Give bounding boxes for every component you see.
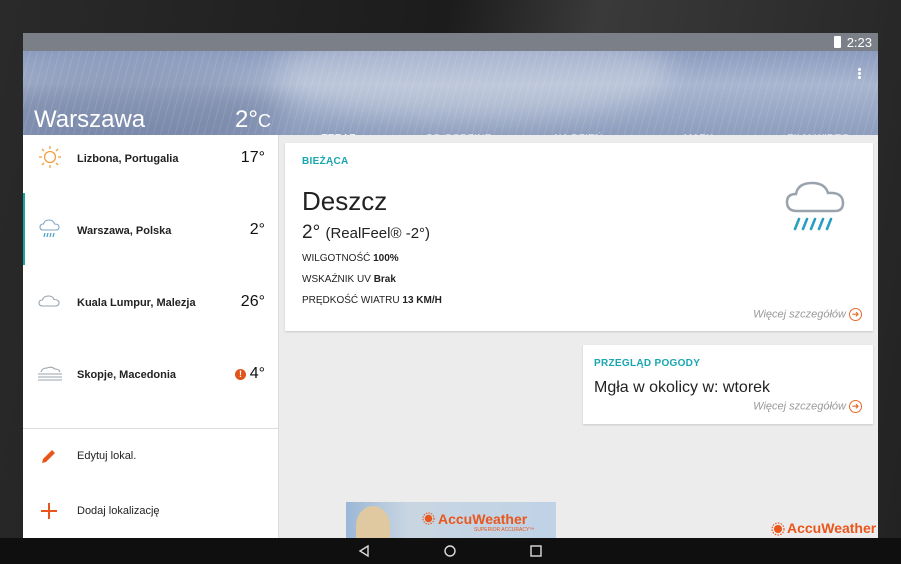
ad-image	[356, 506, 390, 538]
card-title: PRZEGLĄD POGODY	[594, 358, 701, 369]
plus-icon	[41, 503, 57, 519]
location-item-kuala-lumpur[interactable]: Kuala Lumpur, Malezja 26°	[23, 279, 279, 351]
android-nav-bar	[0, 538, 901, 564]
weather-alert-icon[interactable]: !	[235, 369, 246, 380]
sun-icon	[39, 146, 61, 168]
tab-video[interactable]: FILM WIDEO	[759, 127, 878, 135]
footer-brand: AccuWeather	[787, 520, 877, 536]
status-time: 2:23	[846, 35, 872, 50]
current-conditions-card[interactable]: BIEŻĄCA Deszcz 2° (RealFeel® -2°) WILGOT…	[285, 143, 873, 331]
edit-locations-button[interactable]: Edytuj lokal.	[23, 436, 279, 476]
location-name: Kuala Lumpur, Malezja	[77, 297, 196, 309]
more-details-link[interactable]: Więcej szczegółów ➜	[753, 400, 862, 413]
locations-sidebar: Lizbona, Portugalia 17° Warszawa, Polska…	[23, 135, 279, 538]
ad-banner[interactable]: AccuWeather SUPERIOR ACCURACY™	[346, 502, 556, 538]
tab-daily[interactable]: NA DZIEŃ	[519, 127, 638, 135]
pencil-icon	[42, 450, 55, 463]
location-temp: 4°	[249, 365, 265, 382]
location-name: Warszawa, Polska	[77, 225, 172, 237]
humidity-row: WILGOTNOŚĆ 100%	[302, 253, 399, 264]
rain-cloud-icon	[39, 219, 60, 238]
add-location-button[interactable]: Dodaj lokalizację	[23, 491, 279, 531]
location-temp: 26°	[240, 293, 265, 310]
tab-hourly[interactable]: CO GODZINĘ	[399, 127, 518, 135]
tab-bar: TERAZ CO GODZINĘ NA DZIEŃ MAPY FILM WIDE…	[279, 127, 878, 135]
overview-text: Mgła w okolicy w: wtorek	[594, 379, 771, 396]
arrow-right-icon: ➜	[849, 400, 862, 413]
ad-brand: AccuWeather	[438, 511, 528, 527]
header-city: Warszawa	[34, 106, 146, 133]
overflow-menu-icon[interactable]	[856, 67, 862, 81]
location-item-skopje[interactable]: Skopje, Macedonia ! 4°	[23, 351, 279, 423]
header-temp: 2°C	[235, 106, 271, 133]
rain-cloud-icon	[785, 181, 845, 231]
uv-index-row: WSKAŹNIK UV Brak	[302, 274, 396, 285]
weather-header: Warszawa 2°C TERAZ CO GODZINĘ NA DZIEŃ M…	[23, 51, 878, 135]
tab-maps[interactable]: MAPY	[639, 127, 758, 135]
add-location-label: Dodaj lokalizację	[77, 505, 160, 517]
tab-now[interactable]: TERAZ	[279, 127, 398, 135]
home-icon[interactable]	[443, 544, 457, 558]
wind-speed-row: PRĘDKOŚĆ WIATRU 13 KM/H	[302, 295, 442, 306]
edit-locations-label: Edytuj lokal.	[77, 450, 137, 462]
location-name: Lizbona, Portugalia	[77, 153, 179, 165]
card-title: BIEŻĄCA	[302, 156, 349, 167]
fog-icon	[38, 366, 62, 381]
more-details-link[interactable]: Więcej szczegółów ➜	[753, 308, 862, 321]
location-item-lizbona[interactable]: Lizbona, Portugalia 17°	[23, 135, 279, 207]
current-temp-line: 2° (RealFeel® -2°)	[302, 222, 431, 243]
sidebar-divider	[23, 428, 279, 429]
ad-tagline: SUPERIOR ACCURACY™	[474, 527, 535, 533]
status-bar: 2:23	[23, 33, 878, 51]
current-condition: Deszcz	[302, 186, 388, 216]
location-temp: 2°	[249, 221, 265, 238]
location-temp: 17°	[240, 149, 265, 166]
location-item-warszawa[interactable]: Warszawa, Polska 2°	[23, 207, 279, 279]
back-icon[interactable]	[357, 544, 371, 558]
cloud-icon	[38, 295, 60, 307]
app-screen: 2:23 Warszawa 2°C TERAZ CO GODZINĘ NA DZ…	[23, 33, 878, 538]
accuweather-logo-icon	[422, 512, 435, 525]
recents-icon[interactable]	[529, 544, 543, 558]
weather-overview-card[interactable]: PRZEGLĄD POGODY Mgła w okolicy w: wtorek…	[583, 345, 873, 424]
accuweather-logo-icon	[771, 522, 785, 536]
location-name: Skopje, Macedonia	[77, 369, 177, 381]
battery-icon	[834, 36, 841, 48]
arrow-right-icon: ➜	[849, 308, 862, 321]
